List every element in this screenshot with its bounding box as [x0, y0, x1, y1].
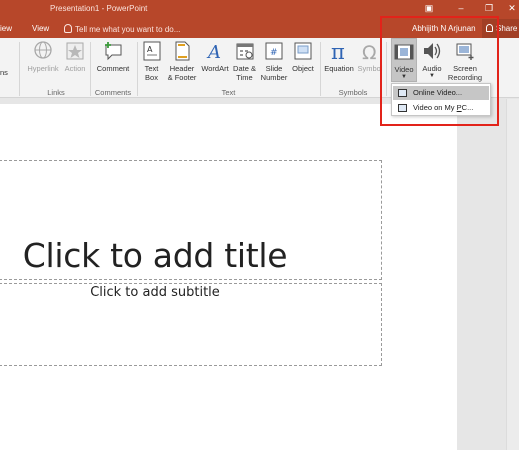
- comment-label: Comment: [96, 64, 130, 73]
- action-button[interactable]: Action: [62, 40, 88, 73]
- subtitle-placeholder-text: Click to add subtitle: [90, 285, 220, 300]
- date-time-label-2: Time: [236, 73, 253, 82]
- svg-text:A: A: [147, 45, 153, 54]
- svg-text:π: π: [331, 40, 345, 62]
- star-action-icon: [64, 40, 86, 62]
- restore-button[interactable]: ❐: [480, 2, 498, 14]
- wordart-label: WordArt: [201, 64, 229, 73]
- lightbulb-icon: [64, 24, 72, 33]
- close-button[interactable]: ✕: [503, 2, 519, 14]
- group-separator: [19, 42, 20, 96]
- header-footer-button[interactable]: Header & Footer: [164, 40, 200, 82]
- tab-view[interactable]: View: [32, 24, 49, 33]
- title-placeholder-text: Click to add title: [22, 236, 288, 275]
- omega-symbol-icon: Ω: [359, 40, 381, 64]
- calendar-icon: [234, 40, 256, 62]
- slide-number-label-1: Slide: [265, 64, 283, 73]
- header-footer-label-2: & Footer: [167, 73, 197, 82]
- ribbon-display-options-icon[interactable]: ▣: [420, 2, 438, 14]
- object-icon: [292, 40, 314, 62]
- tell-me-search[interactable]: Tell me what you want to do...: [64, 24, 180, 34]
- svg-text:Ω: Ω: [362, 42, 377, 62]
- equation-label: Equation: [324, 64, 354, 73]
- partial-button-label[interactable]: ns: [0, 68, 8, 77]
- symbol-label: Symbol: [357, 64, 383, 73]
- highlight-annotation-box: [380, 16, 499, 126]
- window-title: Presentation1 - PowerPoint: [50, 4, 148, 13]
- date-time-button[interactable]: Date & Time: [231, 40, 258, 82]
- new-comment-icon: [102, 40, 124, 62]
- tab-review-partial[interactable]: iew: [0, 24, 12, 33]
- globe-link-icon: [32, 40, 54, 62]
- date-time-label-1: Date &: [233, 64, 256, 73]
- svg-text:A: A: [206, 42, 221, 62]
- header-footer-label-1: Header: [169, 64, 195, 73]
- share-label: Share: [496, 24, 518, 33]
- minimize-button[interactable]: –: [452, 2, 470, 14]
- tell-me-text: Tell me what you want to do...: [75, 25, 181, 34]
- equation-button[interactable]: π Equation: [322, 40, 356, 73]
- group-label-links: Links: [47, 88, 65, 97]
- group-separator: [137, 42, 138, 96]
- hyperlink-label: Hyperlink: [27, 64, 59, 73]
- group-separator: [320, 42, 321, 96]
- wordart-button[interactable]: A WordArt: [200, 40, 230, 73]
- action-label: Action: [64, 64, 86, 73]
- text-box-button[interactable]: A Text Box: [140, 40, 163, 82]
- slide-number-label-2: Number: [260, 73, 288, 82]
- group-label-comments: Comments: [94, 88, 132, 97]
- group-label-text: Text: [221, 88, 236, 97]
- wordart-icon: A: [204, 40, 226, 63]
- svg-text:#: #: [270, 48, 278, 58]
- vertical-scrollbar[interactable]: [506, 99, 519, 450]
- object-button[interactable]: Object: [289, 40, 317, 73]
- hyperlink-button[interactable]: Hyperlink: [24, 40, 62, 73]
- header-footer-icon: [171, 40, 193, 62]
- pi-equation-icon: π: [328, 40, 350, 64]
- text-box-icon: A: [141, 40, 163, 62]
- comment-button[interactable]: Comment: [94, 40, 132, 73]
- text-box-label-2: Box: [145, 73, 158, 82]
- slide-number-icon: #: [263, 40, 285, 62]
- group-label-symbols: Symbols: [338, 88, 368, 97]
- object-label: Object: [292, 64, 314, 73]
- text-box-label-1: Text: [144, 64, 159, 73]
- slide-number-button[interactable]: # Slide Number: [259, 40, 289, 82]
